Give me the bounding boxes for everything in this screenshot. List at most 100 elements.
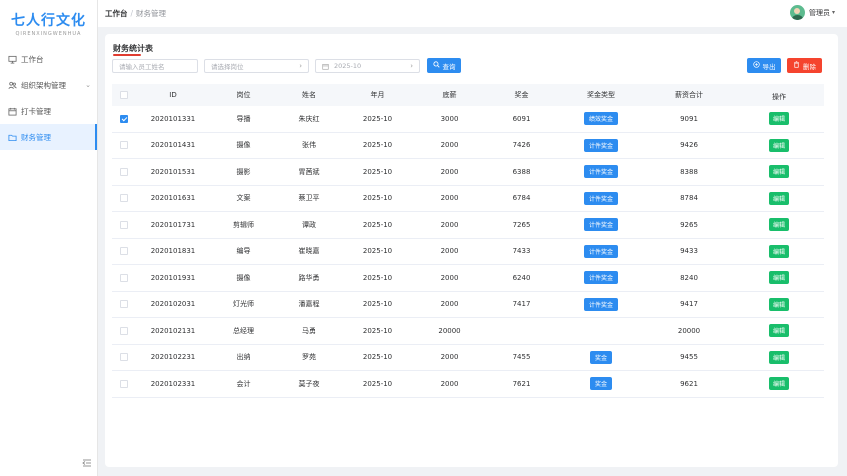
row-checkbox[interactable] <box>120 273 128 282</box>
edit-button[interactable]: 编辑 <box>768 112 789 126</box>
row-checkbox[interactable] <box>120 300 128 309</box>
user-menu[interactable]: 管理员 ▾ <box>789 5 835 20</box>
cell-bonus-type: 奖金 <box>558 377 644 391</box>
avatar[interactable] <box>789 5 805 20</box>
table-body: 2020101331 导播 朱庆红 2025-10 3000 6091 绩效奖金 9091 编辑… <box>112 106 824 398</box>
row-select-cell <box>112 220 136 229</box>
cell-bonus-type: 计件奖金 <box>558 165 644 179</box>
sidebar-item-workbench[interactable]: 工作台 <box>0 46 97 72</box>
cell-id: 2020101531 <box>150 167 196 176</box>
cell-total: 9426 <box>680 141 698 150</box>
bonus-type-tag: 绩效奖金 <box>583 112 618 126</box>
table-row[interactable]: 2020102131 总经理 马勇 2025-10 20000 20000 编辑 <box>112 318 824 345</box>
edit-button[interactable]: 编辑 <box>768 350 789 364</box>
cell-base-salary: 20000 <box>438 326 461 335</box>
edit-button[interactable]: 编辑 <box>768 244 789 258</box>
row-checkbox[interactable] <box>120 353 128 362</box>
cell-total: 8240 <box>680 273 698 282</box>
edit-button[interactable]: 编辑 <box>768 377 789 391</box>
cell-name: 张伟 <box>302 141 316 150</box>
logo[interactable]: 七人行文化 QIRENXINGWENHUA <box>0 0 97 46</box>
sidebar-item-finance[interactable]: 财务管理 <box>0 124 97 150</box>
export-icon <box>752 61 760 70</box>
table-row[interactable]: 2020102331 会计 莫子夜 2025-10 2000 7621 奖金 9621 编辑 <box>112 371 824 398</box>
bonus-type-tag: 计件奖金 <box>583 191 618 205</box>
cell-base-salary: 2000 <box>440 220 459 229</box>
chevron-right-icon: › <box>299 62 302 70</box>
cell-total: 9621 <box>680 379 698 388</box>
cell-name: 马勇 <box>302 326 316 335</box>
row-select-cell <box>112 167 136 176</box>
title-underline <box>113 54 141 56</box>
cell-position: 会计 <box>236 379 251 388</box>
cell-bonus-type: 计件奖金 <box>558 244 644 258</box>
row-checkbox[interactable] <box>120 114 128 123</box>
edit-button[interactable]: 编辑 <box>768 218 789 232</box>
bonus-type-tag: 计件奖金 <box>583 218 618 232</box>
delete-button[interactable]: 删除 <box>787 58 822 73</box>
sidebar-item-attendance[interactable]: 打卡管理 <box>0 98 97 124</box>
table-row[interactable]: 2020101531 摄影 胃茜斌 2025-10 2000 6388 计件奖金 8388 编辑 <box>112 159 824 186</box>
cell-name: 朱庆红 <box>298 114 320 123</box>
edit-button[interactable]: 编辑 <box>768 271 789 285</box>
cell-month: 2025-10 <box>362 353 393 362</box>
cell-bonus: 7265 <box>512 220 531 229</box>
cell-name: 莫子夜 <box>298 379 320 388</box>
row-checkbox[interactable] <box>120 247 128 256</box>
table-row[interactable]: 2020102231 出纳 罗苑 2025-10 2000 7455 奖金 9455 编辑 <box>112 345 824 371</box>
cell-base-salary: 2000 <box>440 353 459 362</box>
edit-button[interactable]: 编辑 <box>768 165 789 179</box>
cell-bonus: 7433 <box>512 247 531 256</box>
month-picker[interactable]: 2025-10 › <box>315 59 420 73</box>
cell-position: 摄像 <box>236 273 251 282</box>
collapse-sidebar-icon[interactable] <box>82 458 92 468</box>
row-checkbox[interactable] <box>120 141 128 150</box>
chevron-down-icon[interactable]: ▾ <box>832 9 835 16</box>
edit-button[interactable]: 编辑 <box>768 297 789 311</box>
logo-title: 七人行文化 <box>11 12 86 29</box>
cell-total: 20000 <box>677 326 701 335</box>
breadcrumb: 工作台 / 财务管理 <box>105 8 166 19</box>
position-select[interactable]: 请选择岗位 › <box>204 59 309 73</box>
row-checkbox[interactable] <box>120 379 128 388</box>
edit-button[interactable]: 编辑 <box>768 324 789 338</box>
cell-month: 2025-10 <box>362 273 393 282</box>
user-name[interactable]: 管理员 <box>809 8 830 18</box>
column-header-name: 姓名 <box>302 91 316 99</box>
table-row[interactable]: 2020101831 编导 崔晓嘉 2025-10 2000 7433 计件奖金 9433 编辑 <box>112 239 824 265</box>
table-row[interactable]: 2020101731 剪辑师 谭政 2025-10 2000 7265 计件奖金 9265 编辑 <box>112 212 824 239</box>
search-button[interactable]: 查询 <box>427 58 461 73</box>
table-row[interactable]: 2020102031 灯光师 潘嘉程 2025-10 2000 7417 计件奖金 9417 编… <box>112 292 824 318</box>
export-button[interactable]: 导出 <box>747 58 781 73</box>
cell-actions: 编辑 <box>734 165 824 179</box>
breadcrumb-home[interactable]: 工作台 <box>105 8 128 19</box>
row-checkbox[interactable] <box>120 220 128 229</box>
monitor-icon <box>8 55 17 64</box>
row-checkbox[interactable] <box>120 326 128 335</box>
sidebar-item-label: 打卡管理 <box>21 106 51 116</box>
bonus-type-tag: 奖金 <box>589 350 612 364</box>
cell-id: 2020101431 <box>150 141 196 150</box>
cell-bonus: 6784 <box>512 194 531 203</box>
select-all-checkbox[interactable] <box>120 91 128 99</box>
cell-month: 2025-10 <box>362 247 393 256</box>
sidebar-item-organization[interactable]: 组织架构管理 ⌄ <box>0 72 97 98</box>
cell-bonus: 6388 <box>512 167 531 176</box>
table-row[interactable]: 2020101631 文案 蔡卫平 2025-10 2000 6784 计件奖金 8784 编辑 <box>112 186 824 212</box>
edit-button[interactable]: 编辑 <box>768 191 789 205</box>
cell-month: 2025-10 <box>362 220 393 229</box>
table-row[interactable]: 2020101931 摄像 路华勇 2025-10 2000 6240 计件奖金 8240 编辑 <box>112 265 824 292</box>
cell-bonus-type: 绩效奖金 <box>558 112 644 126</box>
export-button-label: 导出 <box>762 62 776 71</box>
row-checkbox[interactable] <box>120 194 128 203</box>
cell-total: 9417 <box>680 300 698 309</box>
employee-name-input[interactable]: 请输入员工姓名 <box>112 59 198 73</box>
row-checkbox[interactable] <box>120 167 128 176</box>
edit-button[interactable]: 编辑 <box>768 138 789 152</box>
cell-base-salary: 2000 <box>440 300 459 309</box>
table-row[interactable]: 2020101431 摄像 张伟 2025-10 2000 7426 计件奖金 9426 编辑 <box>112 133 824 159</box>
cell-actions: 编辑 <box>734 324 824 338</box>
select-all-cell <box>112 91 136 99</box>
table-row[interactable]: 2020101331 导播 朱庆红 2025-10 3000 6091 绩效奖金 9091 编辑 <box>112 106 824 133</box>
cell-month: 2025-10 <box>362 300 393 309</box>
